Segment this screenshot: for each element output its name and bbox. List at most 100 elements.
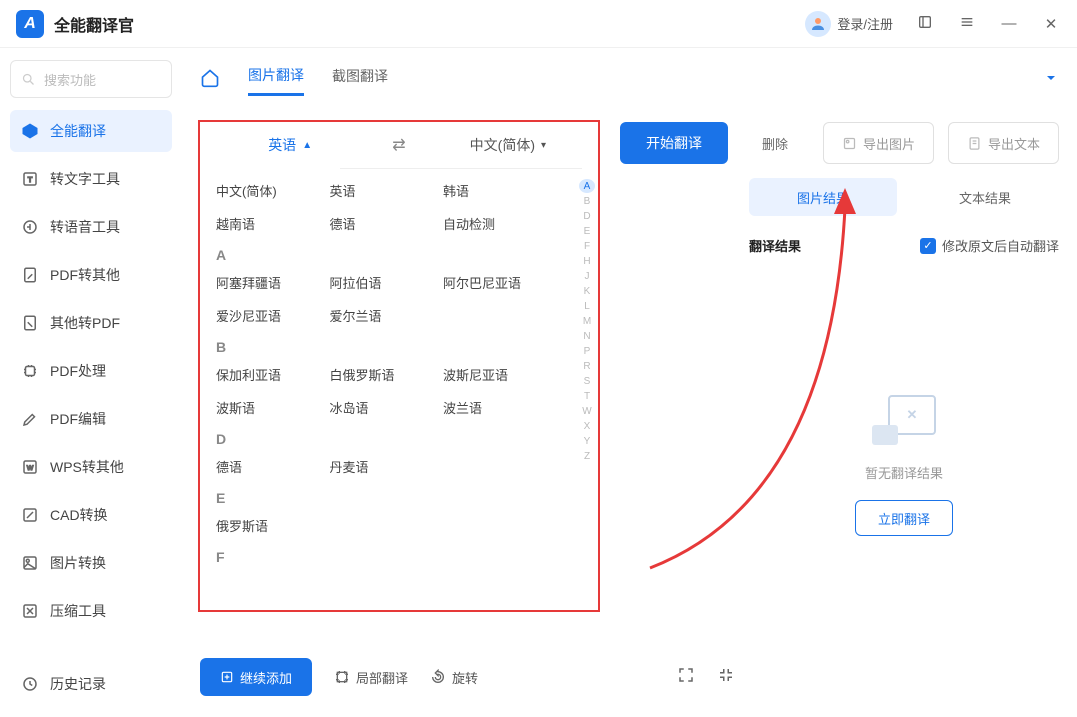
language-option[interactable]: 波斯语 bbox=[216, 398, 330, 417]
expand-icon[interactable] bbox=[915, 14, 935, 34]
audio-icon bbox=[20, 217, 40, 237]
empty-text: 暂无翻译结果 bbox=[865, 463, 943, 482]
tab-dropdown-icon[interactable] bbox=[1043, 70, 1059, 91]
start-translate-button[interactable]: 开始翻译 bbox=[620, 122, 728, 164]
sidebar-item-label: 转语音工具 bbox=[50, 217, 120, 237]
source-language-select[interactable]: 英语 ▲ bbox=[200, 135, 380, 155]
continue-add-button[interactable]: 继续添加 bbox=[200, 658, 312, 696]
export-text-button[interactable]: 导出文本 bbox=[948, 122, 1059, 164]
language-option[interactable]: 波斯尼亚语 bbox=[443, 365, 557, 384]
result-tab-image[interactable]: 图片结果 bbox=[749, 178, 897, 216]
language-option[interactable]: 自动检测 bbox=[443, 214, 557, 233]
language-option[interactable]: 保加利亚语 bbox=[216, 365, 330, 384]
language-option[interactable]: 白俄罗斯语 bbox=[330, 365, 444, 384]
sidebar-item-totext[interactable]: T 转文字工具 bbox=[10, 158, 172, 200]
sidebar-item-toaudio[interactable]: 转语音工具 bbox=[10, 206, 172, 248]
sidebar-item-translate[interactable]: 全能翻译 bbox=[10, 110, 172, 152]
sidebar-item-wps[interactable]: W WPS转其他 bbox=[10, 446, 172, 488]
alpha-index-letter[interactable]: A bbox=[579, 179, 595, 193]
delete-button[interactable]: 删除 bbox=[762, 134, 788, 153]
pdf-out-icon bbox=[20, 265, 40, 285]
alpha-index-letter[interactable]: P bbox=[579, 344, 595, 358]
result-tab-text[interactable]: 文本结果 bbox=[911, 178, 1059, 216]
auto-translate-checkbox[interactable]: ✓ 修改原文后自动翻译 bbox=[920, 236, 1059, 255]
close-button[interactable]: ✕ bbox=[1041, 15, 1061, 33]
letter-header: D bbox=[216, 431, 560, 447]
language-option[interactable]: 英语 bbox=[330, 181, 444, 200]
alpha-index-letter[interactable]: S bbox=[579, 374, 595, 388]
alpha-index-letter[interactable]: D bbox=[579, 209, 595, 223]
sidebar-item-pdfprocess[interactable]: PDF处理 bbox=[10, 350, 172, 392]
login-link[interactable]: 登录/注册 bbox=[805, 11, 893, 37]
language-option[interactable]: 阿拉伯语 bbox=[330, 273, 444, 292]
language-option[interactable]: 俄罗斯语 bbox=[216, 516, 330, 535]
partial-translate-label: 局部翻译 bbox=[356, 668, 408, 687]
sidebar-item-cad[interactable]: CAD转换 bbox=[10, 494, 172, 536]
alpha-index-letter[interactable]: F bbox=[579, 239, 595, 253]
language-option[interactable]: 爱尔兰语 bbox=[330, 306, 444, 325]
language-option[interactable]: 越南语 bbox=[216, 214, 330, 233]
language-option[interactable]: 韩语 bbox=[443, 181, 557, 200]
alpha-index-letter[interactable]: J bbox=[579, 269, 595, 283]
language-option[interactable]: 阿塞拜疆语 bbox=[216, 273, 330, 292]
minimize-button[interactable]: — bbox=[999, 15, 1019, 32]
language-option[interactable]: 爱沙尼亚语 bbox=[216, 306, 330, 325]
language-option[interactable]: 丹麦语 bbox=[330, 457, 444, 476]
exit-fullscreen-icon[interactable] bbox=[717, 666, 735, 689]
alpha-index-letter[interactable]: K bbox=[579, 284, 595, 298]
alpha-index-letter[interactable]: T bbox=[579, 389, 595, 403]
chip-icon bbox=[20, 361, 40, 381]
alpha-index[interactable]: ABDEFHJKLMNPRSTWXYZ bbox=[576, 169, 598, 609]
result-panel: 图片结果 文本结果 翻译结果 ✓ 修改原文后自动翻译 ✕ 暂无翻译结果 立即翻译 bbox=[749, 178, 1059, 536]
target-language-select[interactable]: 中文(简体) ▾ bbox=[418, 135, 598, 155]
alpha-index-letter[interactable]: Y bbox=[579, 434, 595, 448]
language-option[interactable]: 中文(简体) bbox=[216, 181, 330, 200]
language-option[interactable]: 冰岛语 bbox=[330, 398, 444, 417]
sidebar-item-compress[interactable]: 压缩工具 bbox=[10, 590, 172, 632]
tab-screenshot-translate[interactable]: 截图翻译 bbox=[332, 66, 388, 94]
menu-icon[interactable] bbox=[957, 14, 977, 34]
language-option[interactable]: 阿尔巴尼亚语 bbox=[443, 273, 557, 292]
alpha-index-letter[interactable]: M bbox=[579, 314, 595, 328]
language-option[interactable]: 波兰语 bbox=[443, 398, 557, 417]
check-icon: ✓ bbox=[920, 238, 936, 254]
alpha-index-letter[interactable]: N bbox=[579, 329, 595, 343]
alpha-index-letter[interactable]: H bbox=[579, 254, 595, 268]
swap-languages-button[interactable]: ⇄ bbox=[380, 135, 417, 155]
sidebar-item-pdf2other[interactable]: PDF转其他 bbox=[10, 254, 172, 296]
rotate-button[interactable]: 旋转 bbox=[430, 668, 478, 687]
continue-add-label: 继续添加 bbox=[240, 668, 292, 687]
alpha-index-letter[interactable]: L bbox=[579, 299, 595, 313]
app-title: 全能翻译官 bbox=[54, 12, 134, 36]
partial-translate-button[interactable]: 局部翻译 bbox=[334, 668, 408, 687]
login-text: 登录/注册 bbox=[837, 14, 893, 33]
search-input[interactable]: 搜索功能 bbox=[10, 60, 172, 98]
sidebar-item-label: 转文字工具 bbox=[50, 169, 120, 189]
language-list[interactable]: 中文(简体)英语韩语越南语德语自动检测A阿塞拜疆语阿拉伯语阿尔巴尼亚语爱沙尼亚语… bbox=[200, 169, 576, 609]
caret-down-icon: ▾ bbox=[541, 140, 546, 151]
language-option[interactable]: 德语 bbox=[330, 214, 444, 233]
result-title: 翻译结果 bbox=[749, 236, 801, 255]
rotate-label: 旋转 bbox=[452, 668, 478, 687]
sidebar-item-imageconv[interactable]: 图片转换 bbox=[10, 542, 172, 584]
export-image-icon bbox=[842, 136, 857, 151]
alpha-index-letter[interactable]: E bbox=[579, 224, 595, 238]
language-option[interactable]: 德语 bbox=[216, 457, 330, 476]
sidebar-item-pdfedit[interactable]: PDF编辑 bbox=[10, 398, 172, 440]
alpha-index-letter[interactable]: R bbox=[579, 359, 595, 373]
language-option bbox=[330, 516, 444, 535]
export-image-button[interactable]: 导出图片 bbox=[823, 122, 934, 164]
alpha-index-letter[interactable]: W bbox=[579, 404, 595, 418]
crop-icon bbox=[334, 669, 350, 685]
translate-now-button[interactable]: 立即翻译 bbox=[855, 500, 953, 536]
fullscreen-icon[interactable] bbox=[677, 666, 695, 689]
sidebar-item-history[interactable]: 历史记录 bbox=[10, 663, 172, 705]
tab-image-translate[interactable]: 图片翻译 bbox=[248, 65, 304, 96]
alpha-index-letter[interactable]: B bbox=[579, 194, 595, 208]
alpha-index-letter[interactable]: X bbox=[579, 419, 595, 433]
tab-bar: 图片翻译 截图翻译 bbox=[200, 62, 1059, 98]
home-icon[interactable] bbox=[200, 68, 220, 93]
history-icon bbox=[20, 674, 40, 694]
sidebar-item-other2pdf[interactable]: 其他转PDF bbox=[10, 302, 172, 344]
alpha-index-letter[interactable]: Z bbox=[579, 449, 595, 463]
